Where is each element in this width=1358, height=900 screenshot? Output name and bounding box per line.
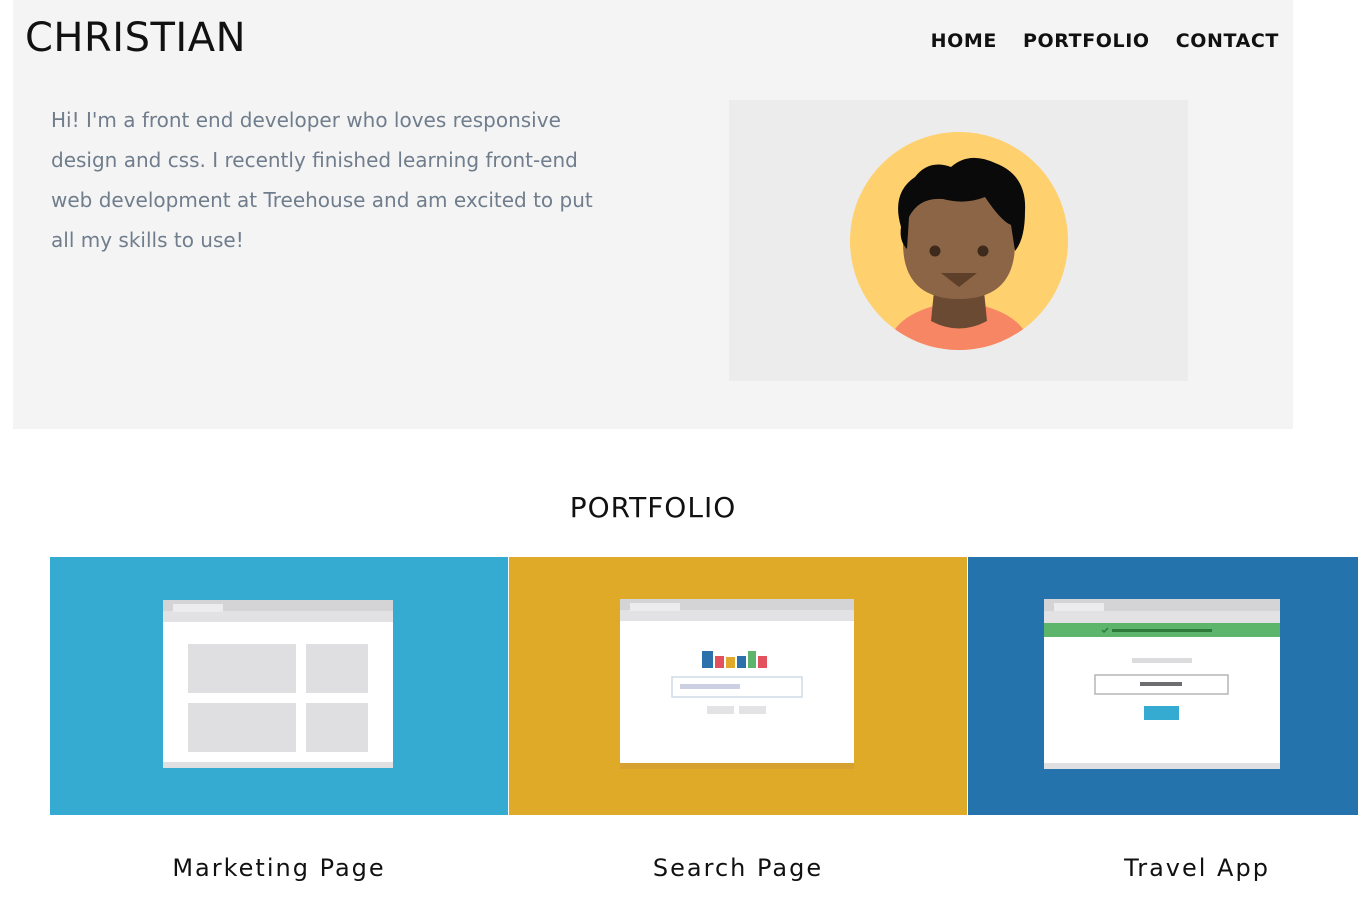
- portfolio-tile-search[interactable]: [509, 557, 967, 815]
- main-nav: HOME PORTFOLIO CONTACT: [931, 28, 1279, 54]
- avatar-frame: [729, 100, 1188, 381]
- portfolio-tile-travel[interactable]: [968, 557, 1358, 815]
- portfolio-caption-marketing[interactable]: Marketing Page: [50, 852, 508, 884]
- portfolio-caption-travel[interactable]: Travel App: [968, 852, 1358, 884]
- search-page-thumbnail: [620, 599, 854, 769]
- nav-home-link[interactable]: HOME: [931, 28, 997, 54]
- person-avatar-icon: [849, 131, 1068, 350]
- site-logo[interactable]: CHRISTIAN: [25, 12, 246, 64]
- travel-app-thumbnail: [1044, 599, 1280, 769]
- marketing-page-thumbnail: [163, 600, 393, 768]
- intro-text: Hi! I'm a front end developer who loves …: [51, 108, 593, 252]
- portfolio-caption-search[interactable]: Search Page: [509, 852, 967, 884]
- portfolio-heading: PORTFOLIO: [569, 491, 737, 524]
- nav-portfolio-link[interactable]: PORTFOLIO: [1023, 28, 1150, 54]
- hero-section: CHRISTIAN HOME PORTFOLIO CONTACT Hi! I'm…: [13, 0, 1293, 429]
- portfolio-tile-marketing[interactable]: [50, 557, 508, 815]
- nav-contact-link[interactable]: CONTACT: [1176, 28, 1279, 54]
